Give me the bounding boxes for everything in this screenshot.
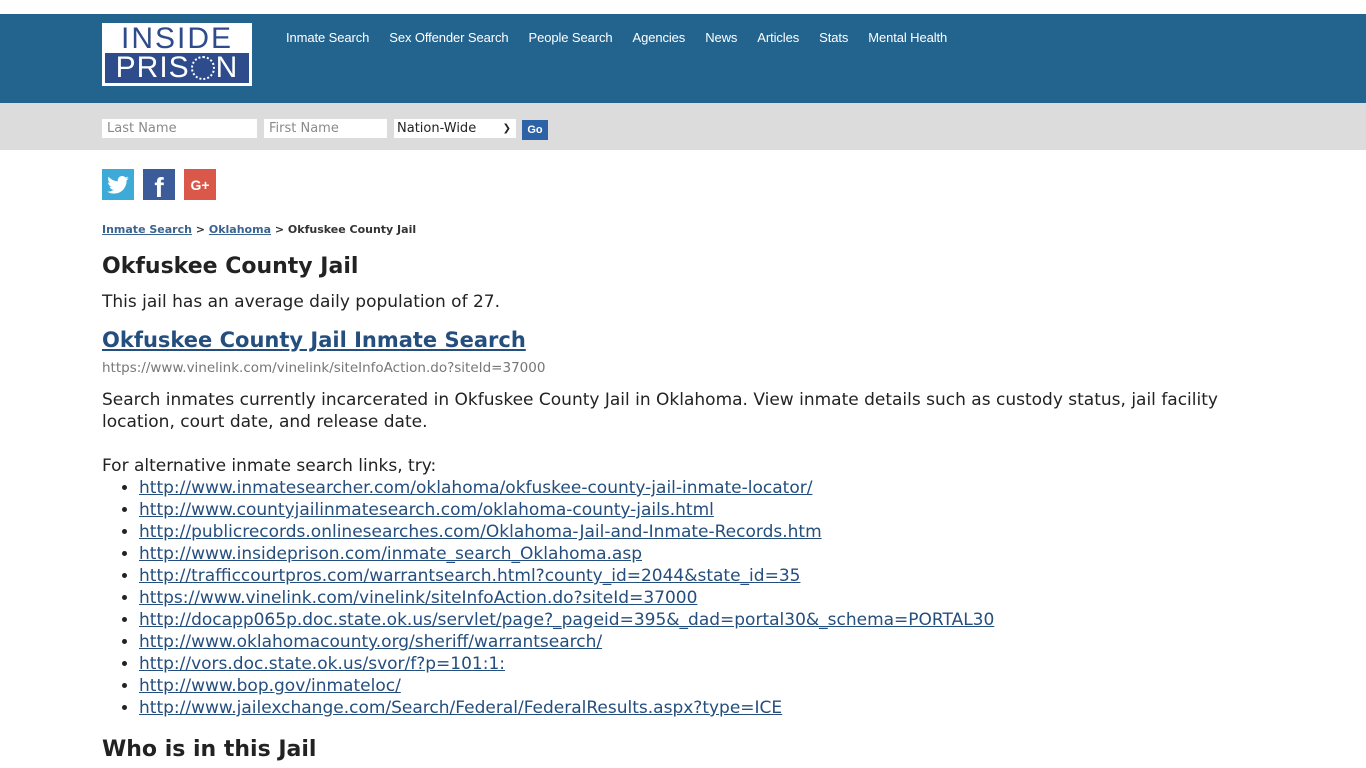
list-item: http://docapp065p.doc.state.ok.us/servle… bbox=[139, 609, 1272, 631]
alt-links-intro: For alternative inmate search links, try… bbox=[102, 456, 437, 476]
alt-links-list: http://www.inmatesearcher.com/oklahoma/o… bbox=[139, 477, 1272, 719]
logo-text-bottom-right: N bbox=[215, 51, 239, 84]
alt-link[interactable]: http://www.insideprison.com/inmate_searc… bbox=[139, 544, 642, 564]
breadcrumb-current: Okfuskee County Jail bbox=[287, 223, 417, 236]
who-heading: Who is in this Jail bbox=[102, 737, 317, 762]
list-item: http://publicrecords.onlinesearches.com/… bbox=[139, 521, 1272, 543]
scope-select[interactable]: Nation-Wide ❯ bbox=[394, 119, 516, 138]
alt-link[interactable]: http://www.bop.gov/inmateloc/ bbox=[139, 676, 401, 696]
main-nav: Inmate Search Sex Offender Search People… bbox=[286, 30, 967, 45]
breadcrumb-separator: > bbox=[274, 223, 285, 236]
facebook-share-button[interactable]: f bbox=[143, 169, 175, 203]
logo-text-bottom: PRIS N bbox=[105, 53, 249, 83]
nav-sex-offender-search[interactable]: Sex Offender Search bbox=[389, 30, 508, 45]
alt-link[interactable]: http://www.jailexchange.com/Search/Feder… bbox=[139, 698, 782, 718]
logo-text-bottom-left: PRIS bbox=[115, 51, 190, 84]
chevron-down-icon: ❯ bbox=[502, 123, 511, 134]
nav-mental-health[interactable]: Mental Health bbox=[868, 30, 947, 45]
nav-stats[interactable]: Stats bbox=[819, 30, 848, 45]
description: Search inmates currently incarcerated in… bbox=[102, 390, 1218, 432]
google-plus-share-button[interactable]: G+ bbox=[184, 169, 216, 200]
scope-select-value: Nation-Wide bbox=[397, 121, 477, 136]
twitter-icon bbox=[107, 175, 129, 194]
alt-link[interactable]: http://trafficcourtpros.com/warrantsearc… bbox=[139, 566, 800, 586]
inmate-search-link[interactable]: Okfuskee County Jail Inmate Search bbox=[102, 326, 1272, 354]
nav-news[interactable]: News bbox=[705, 30, 737, 45]
breadcrumb-inmate-search[interactable]: Inmate Search bbox=[102, 223, 192, 236]
alt-link[interactable]: http://vors.doc.state.ok.us/svor/f?p=101… bbox=[139, 654, 505, 674]
list-item: http://trafficcourtpros.com/warrantsearc… bbox=[139, 565, 1272, 587]
alt-link[interactable]: http://www.oklahomacounty.org/sheriff/wa… bbox=[139, 632, 602, 652]
alt-link[interactable]: http://www.countyjailinmatesearch.com/ok… bbox=[139, 500, 714, 520]
logo-text-top: INSIDE bbox=[120, 22, 234, 55]
google-plus-icon: G+ bbox=[190, 176, 210, 193]
list-item: http://www.bop.gov/inmateloc/ bbox=[139, 675, 1272, 697]
population-text: This jail has an average daily populatio… bbox=[102, 292, 500, 312]
page-title: Okfuskee County Jail bbox=[102, 254, 359, 279]
twitter-share-button[interactable] bbox=[102, 169, 134, 200]
alt-link[interactable]: http://docapp065p.doc.state.ok.us/servle… bbox=[139, 610, 994, 630]
nav-agencies[interactable]: Agencies bbox=[633, 30, 686, 45]
search-bar: Nation-Wide ❯ Go bbox=[0, 103, 1366, 150]
list-item: http://www.countyjailinmatesearch.com/ok… bbox=[139, 499, 1272, 521]
site-header: INSIDE PRIS N Inmate Search Sex Offender … bbox=[0, 14, 1366, 103]
last-name-input[interactable] bbox=[102, 119, 257, 138]
facebook-icon: f bbox=[154, 171, 164, 203]
barbed-wire-o-icon bbox=[190, 56, 215, 80]
list-item: https://www.vinelink.com/vinelink/siteIn… bbox=[139, 587, 1272, 609]
inmate-search-url: https://www.vinelink.com/vinelink/siteIn… bbox=[102, 360, 546, 376]
main-content: Okfuskee County Jail This jail has an av… bbox=[102, 252, 1272, 765]
breadcrumb: Inmate Search > Oklahoma > Okfuskee Coun… bbox=[102, 223, 416, 236]
list-item: http://www.jailexchange.com/Search/Feder… bbox=[139, 697, 1272, 719]
nav-people-search[interactable]: People Search bbox=[529, 30, 613, 45]
alt-link[interactable]: http://publicrecords.onlinesearches.com/… bbox=[139, 522, 822, 542]
go-button[interactable]: Go bbox=[522, 120, 548, 140]
list-item: http://www.insideprison.com/inmate_searc… bbox=[139, 543, 1272, 565]
list-item: http://www.inmatesearcher.com/oklahoma/o… bbox=[139, 477, 1272, 499]
first-name-input[interactable] bbox=[264, 119, 387, 138]
top-gap bbox=[0, 0, 1366, 14]
breadcrumb-separator: > bbox=[195, 223, 206, 236]
social-share: f G+ bbox=[102, 169, 225, 203]
list-item: http://vors.doc.state.ok.us/svor/f?p=101… bbox=[139, 653, 1272, 675]
nav-articles[interactable]: Articles bbox=[757, 30, 799, 45]
site-logo[interactable]: INSIDE PRIS N bbox=[102, 23, 252, 86]
list-item: http://www.oklahomacounty.org/sheriff/wa… bbox=[139, 631, 1272, 653]
alt-link[interactable]: https://www.vinelink.com/vinelink/siteIn… bbox=[139, 588, 697, 608]
nav-inmate-search[interactable]: Inmate Search bbox=[286, 30, 369, 45]
alt-link[interactable]: http://www.inmatesearcher.com/oklahoma/o… bbox=[139, 478, 812, 498]
breadcrumb-oklahoma[interactable]: Oklahoma bbox=[209, 223, 271, 236]
